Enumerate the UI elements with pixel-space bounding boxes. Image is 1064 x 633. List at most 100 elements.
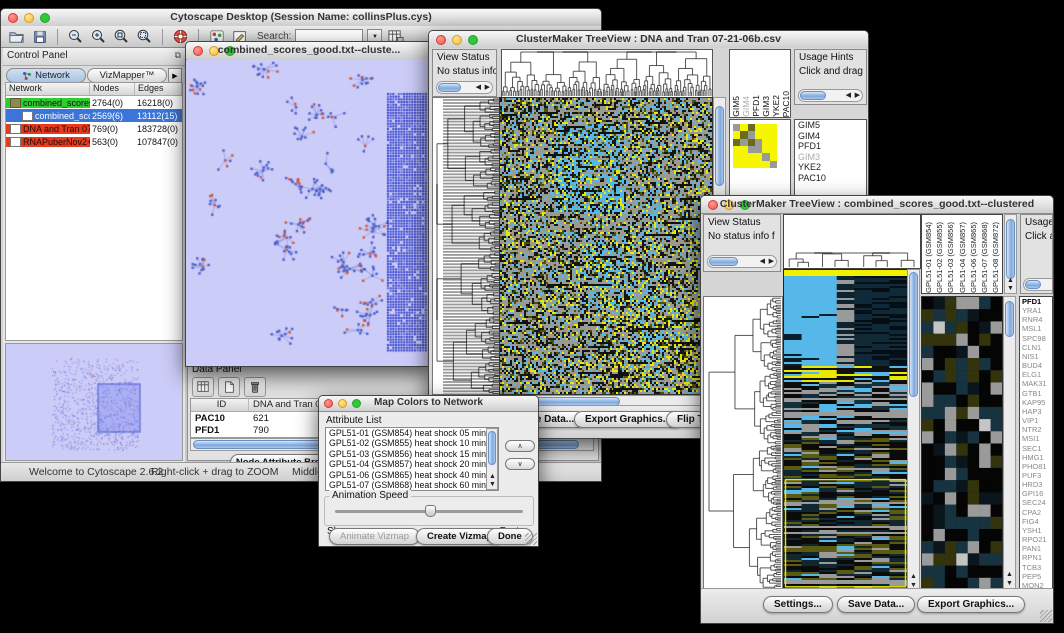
- view-status-scrollbar[interactable]: ◀▶: [707, 255, 777, 268]
- attribute-item[interactable]: GPL51-06 (GSM865) heat shock 40 min: [326, 470, 498, 480]
- column-label[interactable]: GIM4: [742, 96, 751, 117]
- gene-label[interactable]: YKE2: [795, 162, 866, 173]
- treeview2-titlebar[interactable]: ClusterMaker TreeView : combined_scores_…: [701, 196, 1053, 214]
- gene-label[interactable]: MAK31: [1020, 379, 1052, 388]
- gene-label[interactable]: PHO81: [1020, 462, 1052, 471]
- move-up-button[interactable]: ∧: [505, 440, 535, 452]
- minimize-button[interactable]: [452, 35, 462, 45]
- view-status-scrollbar[interactable]: ◀▶: [436, 81, 493, 94]
- column-dendrogram[interactable]: [783, 214, 921, 269]
- minimize-button[interactable]: [724, 200, 734, 210]
- close-button[interactable]: [436, 35, 446, 45]
- scroll-thumb[interactable]: [909, 272, 918, 397]
- more-tabs-button[interactable]: ▶: [168, 68, 182, 83]
- column-label[interactable]: GPL51-07 (GSM868): [979, 222, 990, 293]
- network-row[interactable]: combined_sco 2569(6) 13112(15): [6, 109, 182, 122]
- gene-label[interactable]: SEC1: [1020, 444, 1052, 453]
- zoom-in-button[interactable]: [89, 27, 108, 46]
- gene-label[interactable]: GIM4: [795, 131, 866, 142]
- export-graphics-button[interactable]: Export Graphics...: [917, 596, 1025, 613]
- gene-label[interactable]: PEP5: [1020, 572, 1052, 581]
- gene-label[interactable]: SEC24: [1020, 498, 1052, 507]
- zoom-button[interactable]: [40, 13, 50, 23]
- gene-label[interactable]: HRD3: [1020, 480, 1052, 489]
- resize-grip[interactable]: [525, 533, 537, 545]
- resize-grip[interactable]: [1040, 610, 1052, 622]
- gene-label[interactable]: HMG1: [1020, 453, 1052, 462]
- scroll-thumb[interactable]: [1005, 301, 1014, 337]
- tab-vizmapper[interactable]: VizMapper™: [87, 68, 167, 83]
- close-button[interactable]: [324, 399, 333, 408]
- heatmap-canvas[interactable]: [783, 269, 908, 591]
- main-titlebar[interactable]: Cytoscape Desktop (Session Name: collins…: [1, 9, 601, 27]
- zoom-button[interactable]: [225, 46, 235, 56]
- close-button[interactable]: [708, 200, 718, 210]
- gene-label[interactable]: YSH1: [1020, 526, 1052, 535]
- gene-label[interactable]: RPO21: [1020, 535, 1052, 544]
- gene-label[interactable]: GTB1: [1020, 389, 1052, 398]
- gene-label[interactable]: GIM3: [795, 152, 866, 163]
- usage-hints-scrollbar[interactable]: ◀▶: [798, 89, 863, 102]
- slider-thumb[interactable]: [425, 505, 436, 517]
- column-label[interactable]: GIM3: [762, 96, 771, 117]
- gene-label[interactable]: PUF3: [1020, 471, 1052, 480]
- zoom-button[interactable]: [352, 399, 361, 408]
- heatmap-canvas[interactable]: [499, 97, 713, 395]
- gene-label[interactable]: VIP1: [1020, 416, 1052, 425]
- network-row[interactable]: DNA and Tran 07 769(0) 183728(0): [6, 122, 182, 135]
- scroll-thumb[interactable]: [715, 106, 724, 186]
- save-session-button[interactable]: [30, 27, 49, 46]
- correlation-matrix[interactable]: [733, 124, 777, 168]
- animate-vizmap-button[interactable]: Animate Vizmap: [329, 528, 420, 545]
- gene-label[interactable]: ELG1: [1020, 370, 1052, 379]
- gene-label[interactable]: SPC98: [1020, 334, 1052, 343]
- zoom-button[interactable]: [468, 35, 478, 45]
- column-label[interactable]: GPL51-06 (GSM865): [968, 222, 979, 293]
- gene-label[interactable]: TCB3: [1020, 563, 1052, 572]
- gene-label[interactable]: PFD1: [1020, 297, 1052, 306]
- float-panel-icon[interactable]: ⧉: [175, 50, 181, 61]
- attribute-item[interactable]: GPL51-03 (GSM856) heat shock 15 min: [326, 449, 498, 459]
- column-label[interactable]: PFD1: [752, 95, 761, 117]
- column-dendrogram[interactable]: [501, 49, 713, 98]
- col-network[interactable]: Network: [6, 83, 90, 95]
- heatmap-vscrollbar[interactable]: ▲▼: [907, 269, 920, 591]
- network-overview-canvas[interactable]: [6, 344, 182, 458]
- gene-label[interactable]: GIM5: [795, 120, 866, 131]
- minimize-button[interactable]: [209, 46, 219, 56]
- network-row[interactable]: RNAPuberNov2+ 563(0) 107847(0): [6, 135, 182, 148]
- usage-hints-scrollbar[interactable]: [1023, 278, 1053, 291]
- column-label[interactable]: GPL51-01 (GSM854): [923, 222, 934, 293]
- scroll-thumb[interactable]: [1025, 280, 1041, 289]
- settings-button[interactable]: Settings...: [763, 596, 833, 613]
- gene-label[interactable]: PAN1: [1020, 544, 1052, 553]
- attribute-list[interactable]: GPL51-01 (GSM854) heat shock 05 minGPL51…: [325, 427, 499, 491]
- scroll-thumb[interactable]: [800, 91, 826, 100]
- gene-label[interactable]: NTR2: [1020, 425, 1052, 434]
- minimize-button[interactable]: [338, 399, 347, 408]
- row-dendrogram[interactable]: [703, 296, 783, 591]
- col-edges[interactable]: Edges: [135, 83, 182, 95]
- gene-label[interactable]: BUD4: [1020, 361, 1052, 370]
- zoom-fit-button[interactable]: [135, 27, 154, 46]
- column-label[interactable]: GPL51-03 (GSM856): [945, 222, 956, 293]
- attribute-item[interactable]: GPL51-02 (GSM855) heat shock 10 min: [326, 438, 498, 448]
- attribute-item[interactable]: GPL51-07 (GSM868) heat shock 60 min: [326, 480, 498, 490]
- column-labels-scrollbar[interactable]: ▲▼: [1004, 214, 1017, 294]
- gene-label[interactable]: RNR4: [1020, 315, 1052, 324]
- scroll-thumb[interactable]: [488, 431, 496, 465]
- network-overview[interactable]: [5, 343, 183, 461]
- treeview1-titlebar[interactable]: ClusterMaker TreeView : DNA and Tran 07-…: [429, 31, 868, 49]
- close-button[interactable]: [8, 13, 18, 23]
- scroll-thumb[interactable]: [709, 257, 738, 266]
- column-label[interactable]: PAC10: [782, 91, 791, 117]
- animation-speed-slider[interactable]: [335, 510, 523, 513]
- select-attributes-button[interactable]: [192, 377, 214, 397]
- scroll-thumb[interactable]: [438, 83, 461, 92]
- new-attribute-button[interactable]: [218, 377, 240, 397]
- attribute-item[interactable]: GPL51-01 (GSM854) heat shock 05 min: [326, 428, 498, 438]
- minimize-button[interactable]: [24, 13, 34, 23]
- gene-label[interactable]: GPI16: [1020, 489, 1052, 498]
- column-label[interactable]: GPL51-04 (GSM857): [957, 222, 968, 293]
- attribute-item[interactable]: GPL51-04 (GSM857) heat shock 20 min: [326, 459, 498, 469]
